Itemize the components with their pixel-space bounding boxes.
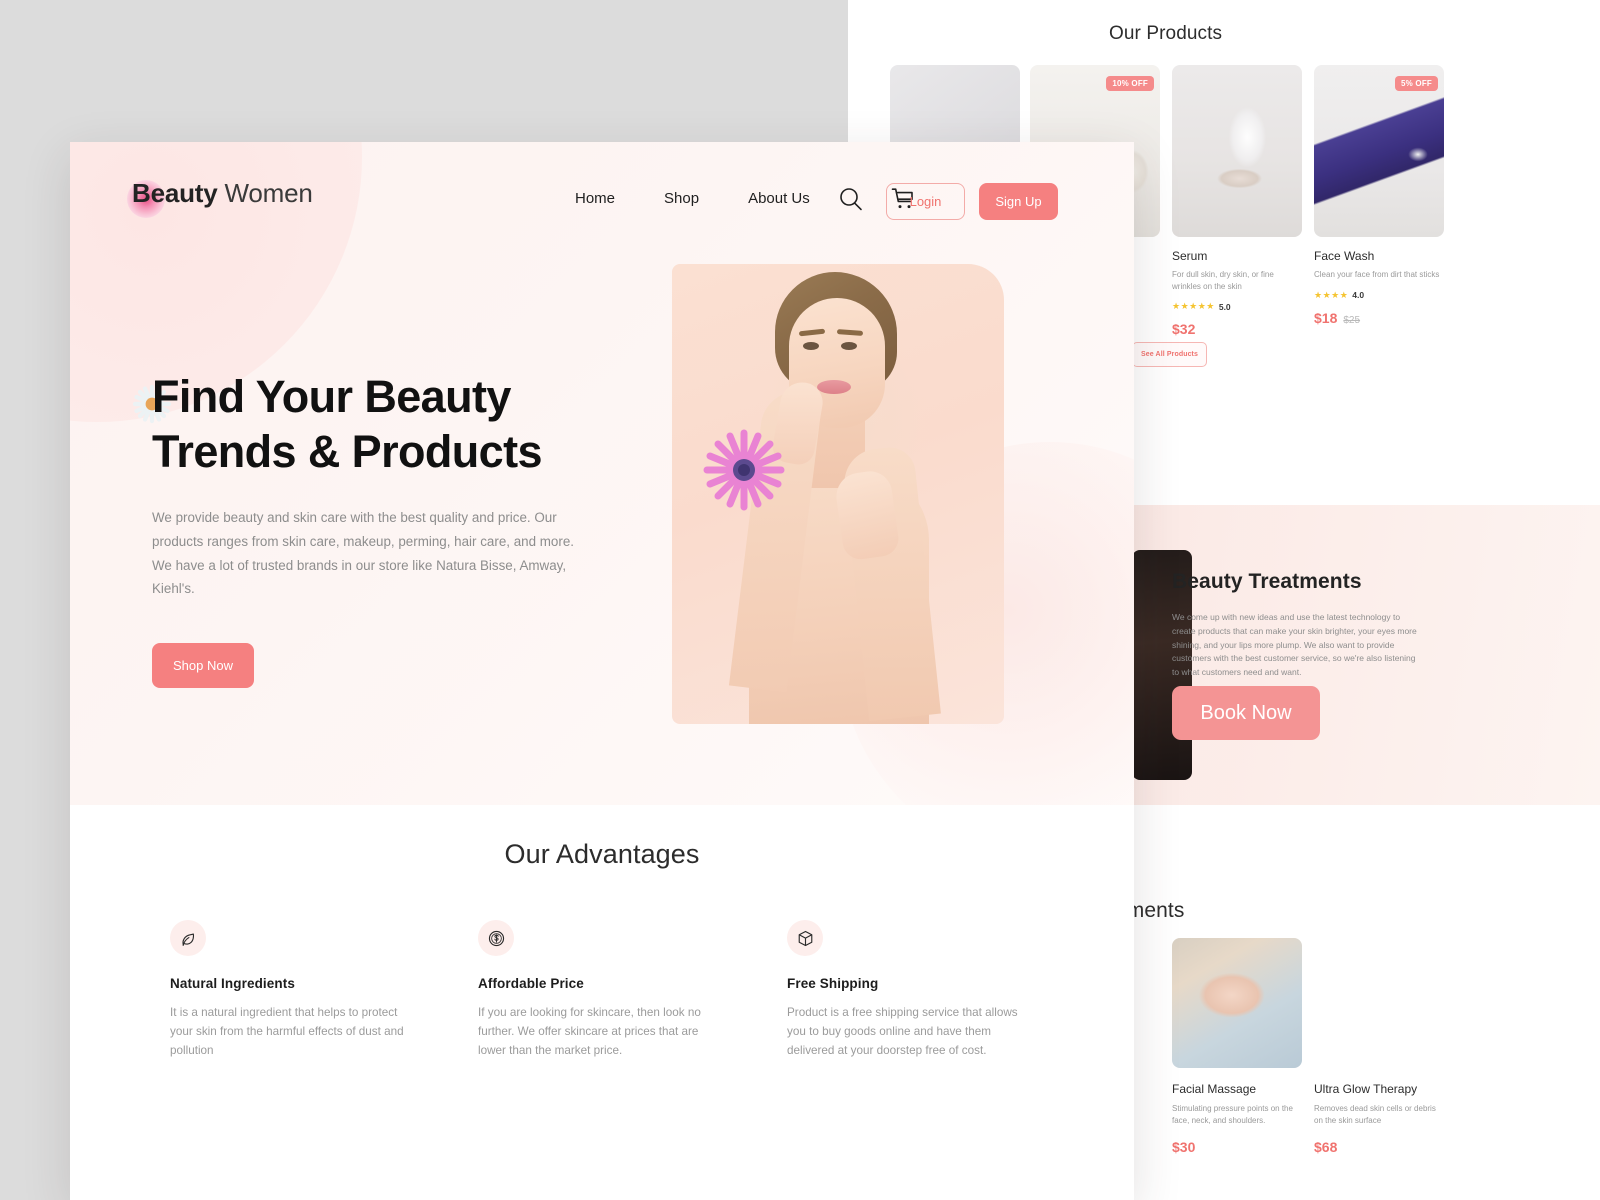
advantage-text: It is a natural ingredient that helps to… [170, 1006, 404, 1058]
treatment-name: Ultra Glow Therapy [1314, 1082, 1418, 1096]
product-rating: ★★★★★ 5.0 [1172, 301, 1302, 312]
main-navigation: Home Shop About Us [575, 190, 810, 207]
rating-value: 5.0 [1218, 301, 1231, 312]
nav-item-about-us[interactable]: About Us [748, 190, 810, 207]
see-all-products-button[interactable]: See All Products [1132, 342, 1207, 367]
hero-description: We provide beauty and skin care with the… [152, 509, 574, 597]
brand-name: Beauty Women [132, 178, 313, 209]
advantage-title: Natural Ingredients [170, 976, 295, 991]
book-now-button[interactable]: Book Now [1172, 686, 1320, 740]
beauty-treatments-title: Beauty Treatments [1172, 570, 1362, 593]
login-button[interactable]: Login [886, 183, 965, 220]
star-rating-icon: ★★★★★ [1172, 301, 1215, 312]
advantage-text: Product is a free shipping service that … [787, 1006, 1018, 1058]
product-description: Clean your face from dirt that sticks [1314, 270, 1440, 279]
rating-value: 4.0 [1352, 290, 1365, 301]
nav-item-home[interactable]: Home [575, 190, 615, 207]
advantage-natural-ingredients: Natural Ingredients It is a natural ingr… [170, 920, 410, 1061]
screenshot-canvas: Our Products 10% OFF Serum For dull skin… [0, 0, 1600, 1200]
hero-title: Find Your Beauty Trends & Products [152, 370, 622, 480]
leaf-icon [170, 920, 206, 956]
discount-badge: 5% OFF [1395, 76, 1438, 91]
advantage-free-shipping: Free Shipping Product is a free shipping… [787, 920, 1027, 1061]
brand-name-light: Women [217, 178, 313, 208]
pink-daisy-flower-icon [698, 424, 790, 516]
brand-name-bold: Beauty [132, 178, 218, 208]
product-old-price: $25 [1343, 314, 1361, 326]
product-image [1172, 65, 1302, 237]
treatment-card-ultra-glow-therapy[interactable]: Ultra Glow Therapy Removes dead skin cel… [1314, 938, 1444, 1155]
our-products-title: Our Products [1109, 23, 1223, 44]
search-icon[interactable] [838, 186, 864, 212]
treatment-description: Removes dead skin cells or debris on the… [1314, 1104, 1436, 1125]
brand-logo[interactable]: Beauty Women [127, 178, 313, 218]
product-rating: ★★★★ 4.0 [1314, 290, 1444, 301]
advantage-affordable-price: Affordable Price If you are looking for … [478, 920, 718, 1061]
shop-now-button[interactable]: Shop Now [152, 643, 254, 689]
treatment-image [1314, 938, 1444, 1068]
product-name: Face Wash [1314, 249, 1375, 263]
coin-dollar-icon [478, 920, 514, 956]
signup-button[interactable]: Sign Up [979, 183, 1058, 220]
hero-title-line-1: Find Your Beauty [152, 371, 511, 422]
treatment-name: Facial Massage [1172, 1082, 1257, 1096]
foreground-page: Beauty Women Home Shop About Us Login Si… [70, 142, 1134, 1200]
hero-title-line-2: Trends & Products [152, 425, 542, 477]
site-header: Beauty Women Home Shop About Us Login Si… [70, 142, 1134, 257]
product-name: Serum [1172, 249, 1208, 263]
product-description: For dull skin, dry skin, or fine wrinkle… [1172, 270, 1274, 291]
hero-section: Beauty Women Home Shop About Us Login Si… [70, 142, 1134, 805]
beauty-treatments-description: We come up with new ideas and use the la… [1172, 612, 1417, 678]
hero-copy: Find Your Beauty Trends & Products We pr… [132, 370, 622, 689]
treatment-card-facial-massage[interactable]: Facial Massage Stimulating pressure poin… [1172, 938, 1302, 1155]
product-price: $18 [1314, 309, 1338, 326]
advantages-title: Our Advantages [504, 839, 700, 869]
box-icon [787, 920, 823, 956]
product-image: 5% OFF [1314, 65, 1444, 237]
treatment-price: $68 [1314, 1139, 1338, 1155]
advantage-text: If you are looking for skincare, then lo… [478, 1006, 701, 1058]
discount-badge: 10% OFF [1106, 76, 1154, 91]
product-price: $32 [1172, 321, 1196, 338]
treatment-image [1172, 938, 1302, 1068]
treatment-description: Stimulating pressure points on the face,… [1172, 1104, 1293, 1125]
star-rating-icon: ★★★★ [1314, 289, 1349, 300]
product-price-group: $32 [1172, 321, 1302, 337]
advantage-title: Free Shipping [787, 976, 879, 991]
product-price-group: $18 $25 [1314, 310, 1444, 326]
product-card-serum[interactable]: Serum For dull skin, dry skin, or fine w… [1172, 65, 1302, 337]
nav-item-shop[interactable]: Shop [664, 190, 699, 207]
advantage-title: Affordable Price [478, 976, 584, 991]
product-card-face-wash[interactable]: 5% OFF Face Wash Clean your face from di… [1314, 65, 1444, 326]
treatment-price: $30 [1172, 1139, 1196, 1155]
